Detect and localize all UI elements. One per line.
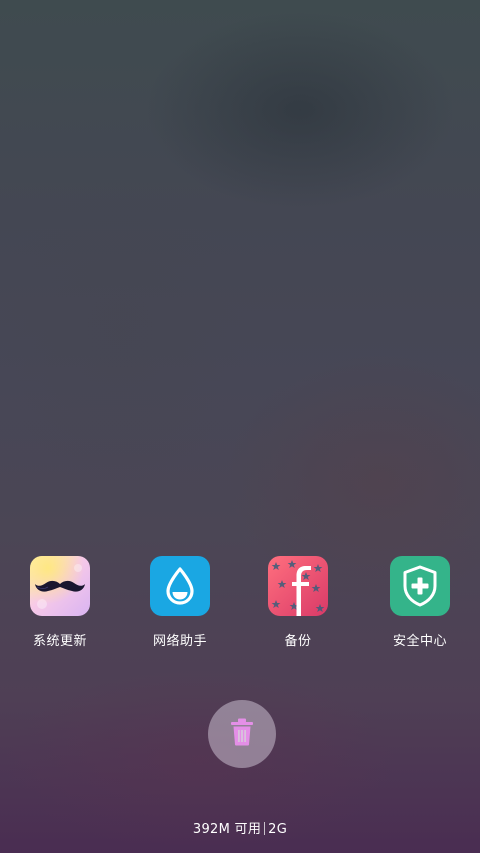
app-label: 系统更新 <box>32 634 87 649</box>
recent-app-security-center[interactable]: 安全中心 <box>370 556 470 649</box>
mustache-icon <box>30 556 90 616</box>
shield-plus-icon <box>390 556 450 616</box>
facebook-icon <box>268 556 328 616</box>
clear-recent-apps-button[interactable] <box>208 700 276 768</box>
recent-app-network-assistant[interactable]: 网络助手 <box>130 556 230 649</box>
app-label: 备份 <box>284 634 312 649</box>
app-label: 安全中心 <box>392 634 447 649</box>
memory-available-text: 392M 可用 <box>192 822 262 837</box>
memory-total-text: 2G <box>268 822 288 837</box>
recent-app-system-update[interactable]: 系统更新 <box>10 556 110 649</box>
divider <box>264 822 266 835</box>
recent-app-backup[interactable]: 备份 <box>248 556 348 649</box>
memory-status: 392M 可用 2G <box>0 818 480 837</box>
app-label: 网络助手 <box>152 634 207 649</box>
water-drop-icon <box>150 556 210 616</box>
recent-apps-row: 系统更新 网络助手 备份 安全中心 <box>0 556 480 656</box>
trash-icon <box>230 718 254 750</box>
